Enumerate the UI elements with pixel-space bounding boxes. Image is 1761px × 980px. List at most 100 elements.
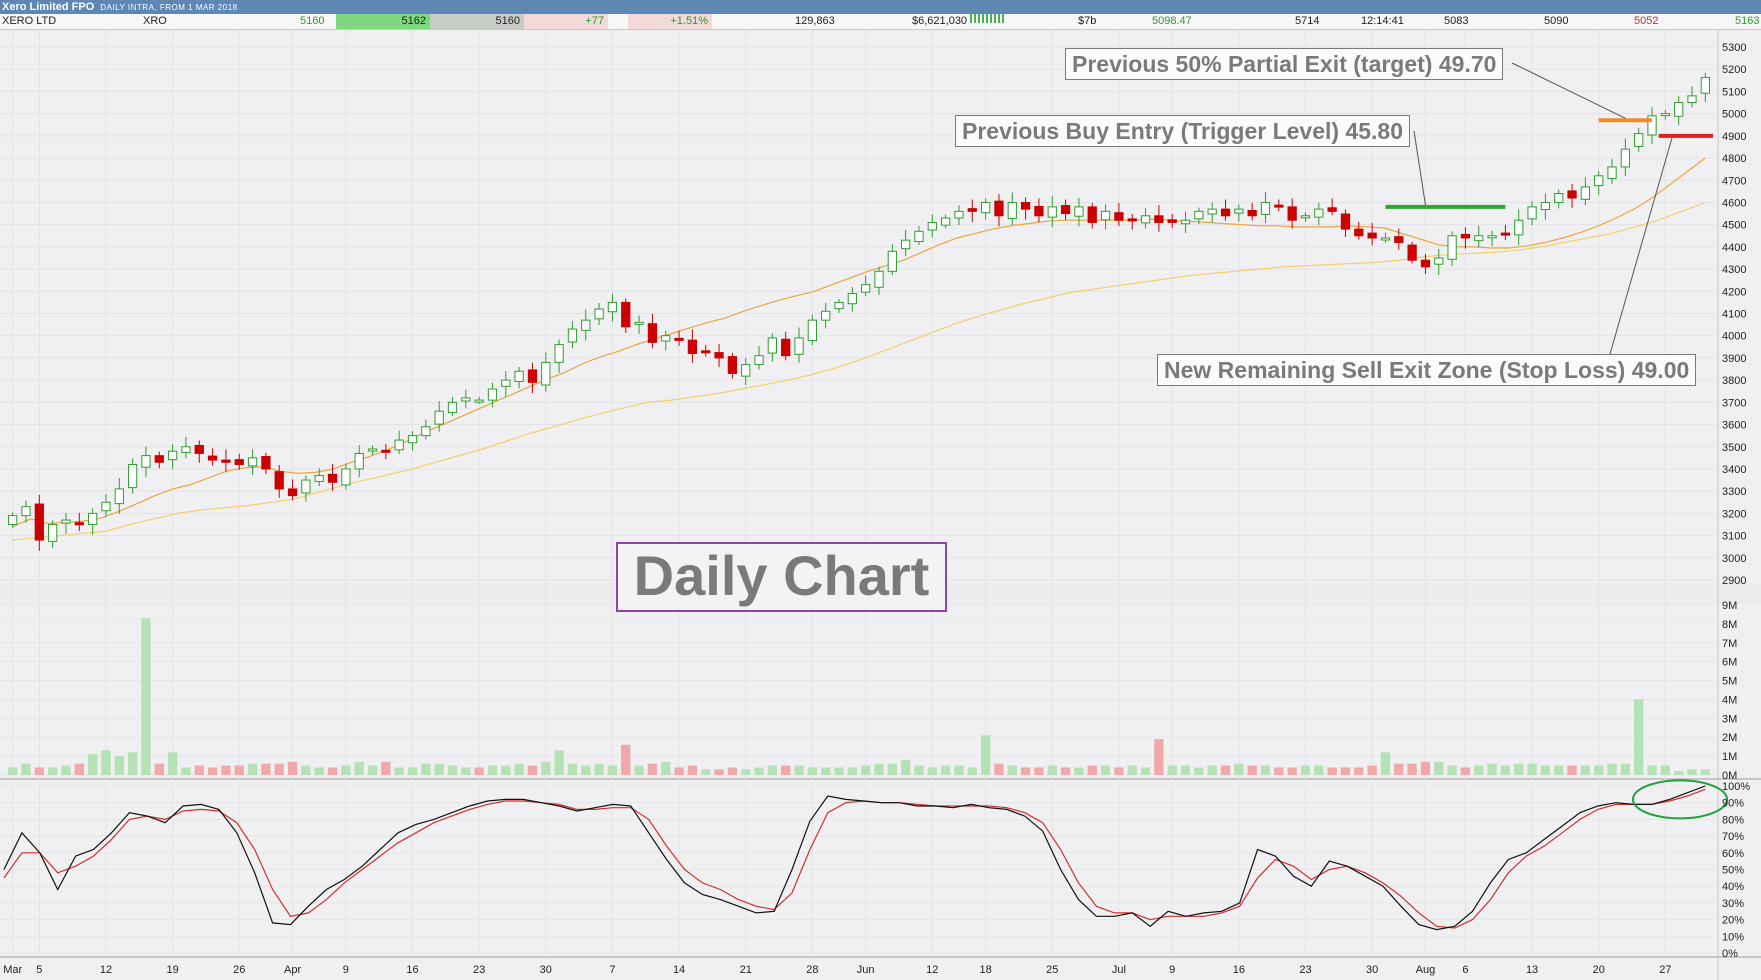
volume-bar bbox=[1407, 763, 1417, 775]
time-tick-label: 25 bbox=[1046, 964, 1058, 976]
volume-bar bbox=[834, 767, 844, 775]
candle-body bbox=[701, 350, 711, 354]
time-tick-label: 5 bbox=[36, 964, 42, 976]
candle-body bbox=[327, 473, 338, 483]
candle-body bbox=[234, 459, 244, 466]
candle-body bbox=[154, 455, 164, 463]
price-tick-label: 4600 bbox=[1722, 197, 1746, 209]
volume-bar bbox=[914, 765, 924, 775]
candle-body bbox=[48, 523, 58, 542]
volume-bar bbox=[1420, 761, 1431, 775]
candle-body bbox=[1487, 235, 1497, 239]
candle-body bbox=[1380, 237, 1391, 241]
candle-body bbox=[21, 506, 31, 517]
volume-bar bbox=[261, 763, 271, 775]
volume-bar bbox=[474, 767, 484, 775]
time-tick-label: 16 bbox=[1233, 964, 1245, 976]
stock-chart[interactable]: 2900 3000 3100 3200 3300 3400 3500 3600 3700 3800… bbox=[0, 0, 1761, 980]
volume-bar bbox=[7, 767, 18, 775]
volume-bar bbox=[421, 763, 431, 775]
volume-bar bbox=[847, 767, 858, 775]
volume-bar bbox=[1674, 771, 1684, 775]
stoch-tick-label: 80% bbox=[1722, 814, 1744, 826]
chart-watermark-label: Daily Chart bbox=[616, 542, 947, 612]
volume-bar bbox=[1327, 767, 1337, 775]
candle-body bbox=[807, 319, 817, 342]
volume-bar bbox=[1207, 765, 1217, 775]
volume-bar bbox=[514, 763, 524, 775]
price-tick-label: 3300 bbox=[1722, 486, 1746, 498]
stoch-tick-label: 30% bbox=[1722, 898, 1744, 910]
stoch-tick-label: 90% bbox=[1722, 798, 1744, 810]
candle-body bbox=[1554, 193, 1564, 203]
volume-bar bbox=[1274, 767, 1284, 775]
candle-body bbox=[407, 435, 418, 444]
volume-bar bbox=[621, 744, 631, 775]
candle-body bbox=[1474, 235, 1484, 242]
candle-body bbox=[1220, 208, 1231, 217]
price-tick-label: 4900 bbox=[1722, 131, 1746, 143]
price-tick-label: 3400 bbox=[1722, 464, 1746, 476]
price-tick-label: 3900 bbox=[1722, 353, 1746, 365]
candle-body bbox=[421, 426, 431, 437]
price-tick-label: 5300 bbox=[1722, 42, 1746, 54]
volume-bar bbox=[1194, 767, 1204, 775]
candle-body bbox=[1407, 244, 1417, 261]
ma-fast-line bbox=[12, 157, 1706, 528]
candle-body bbox=[354, 452, 364, 470]
volume-bar bbox=[314, 767, 324, 775]
volume-bar bbox=[527, 765, 538, 775]
time-tick-label: Aug bbox=[1416, 964, 1436, 976]
time-tick-label: 26 bbox=[233, 964, 245, 976]
moving-average-fast bbox=[12, 157, 1706, 528]
volume-bar bbox=[1660, 765, 1671, 775]
time-tick-label: 30 bbox=[540, 964, 552, 976]
price-tick-label: 3700 bbox=[1722, 397, 1746, 409]
volume-bar bbox=[1154, 739, 1164, 775]
stop-leader-line bbox=[1609, 137, 1673, 355]
volume-bar bbox=[1060, 767, 1071, 775]
time-tick-label: 28 bbox=[806, 964, 818, 976]
volume-bar bbox=[1034, 767, 1044, 775]
candle-body bbox=[541, 361, 551, 386]
volume-bar bbox=[967, 767, 977, 775]
candle-body bbox=[1154, 215, 1164, 223]
volume-bar bbox=[394, 767, 404, 775]
candle-body bbox=[1127, 218, 1137, 222]
candle-body bbox=[847, 293, 857, 305]
candle-body bbox=[1007, 201, 1017, 219]
time-tick-label: Jun bbox=[857, 964, 875, 976]
volume-bar bbox=[354, 761, 364, 775]
volume-bar bbox=[727, 767, 738, 775]
candlestick-series bbox=[8, 72, 1710, 551]
candle-body bbox=[314, 475, 324, 482]
volume-bar bbox=[1460, 767, 1471, 775]
price-tick-label: 4200 bbox=[1722, 286, 1746, 298]
stoch-d-line bbox=[3, 788, 1706, 929]
volume-bar bbox=[114, 756, 124, 775]
volume-bar bbox=[781, 765, 791, 775]
candle-body bbox=[927, 221, 937, 231]
candle-body bbox=[514, 370, 524, 382]
candle-body bbox=[1327, 207, 1337, 212]
candle-body bbox=[34, 503, 44, 541]
candle-body bbox=[194, 444, 204, 454]
volume-bar bbox=[1354, 767, 1364, 775]
candle-body bbox=[207, 455, 218, 461]
volume-bar bbox=[1314, 765, 1324, 775]
candle-body bbox=[181, 446, 191, 454]
candle-body bbox=[567, 328, 578, 343]
price-tick-label: 3500 bbox=[1722, 442, 1746, 454]
volume-bar bbox=[367, 765, 378, 775]
time-tick-label: 23 bbox=[473, 964, 485, 976]
volume-bar bbox=[1127, 765, 1137, 775]
candle-body bbox=[74, 522, 84, 526]
price-tick-label: 3600 bbox=[1722, 420, 1746, 432]
candle-body bbox=[887, 250, 897, 272]
price-tick-label: 4500 bbox=[1722, 220, 1746, 232]
volume-bar bbox=[1260, 765, 1271, 775]
volume-bar bbox=[1380, 752, 1391, 775]
volume-bar bbox=[1180, 765, 1191, 775]
price-tick-label: 4700 bbox=[1722, 175, 1746, 187]
candle-body bbox=[1447, 235, 1457, 260]
